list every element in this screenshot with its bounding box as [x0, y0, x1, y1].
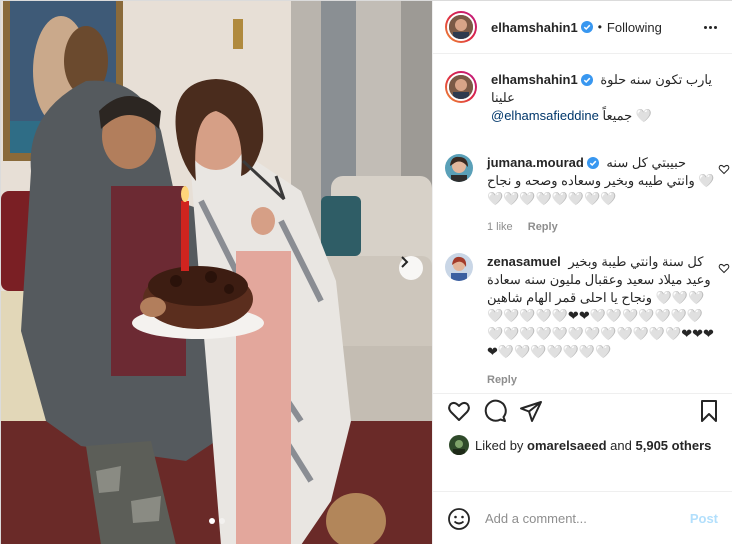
- caption-avatar-image: [449, 75, 473, 99]
- chevron-right-icon: [401, 256, 409, 268]
- author-avatar[interactable]: [445, 11, 477, 43]
- photo-scene: [1, 1, 432, 544]
- heart-icon[interactable]: [447, 399, 471, 423]
- commenter-avatar-image: [445, 253, 473, 281]
- author-username[interactable]: elhamshahin1: [491, 20, 578, 35]
- author-avatar-image: [449, 15, 473, 39]
- post-photo[interactable]: [1, 1, 432, 544]
- comment-like-heart-icon[interactable]: [718, 262, 730, 274]
- comment-username[interactable]: jumana.mourad: [487, 155, 584, 170]
- likes-others-count[interactable]: 5,905 others: [636, 438, 712, 453]
- post-side-panel: elhamshahin1 • Following elhamshahin1 يا…: [432, 1, 732, 544]
- more-options-icon[interactable]: [700, 17, 720, 37]
- comment-item: jumana.mourad حبيبتي كل سنه وانتي طيبه و…: [445, 154, 730, 236]
- commenter-avatar[interactable]: [445, 253, 473, 281]
- caption-mention[interactable]: @elhamsafieddine: [491, 108, 599, 123]
- add-comment-bar: Post: [433, 491, 732, 544]
- likes-prefix: Liked by: [475, 437, 524, 453]
- carousel-dot-active: [208, 518, 215, 524]
- carousel-dot: [218, 518, 225, 524]
- post-dialog: elhamshahin1 • Following elhamshahin1 يا…: [0, 0, 732, 544]
- likes-and: and: [610, 437, 632, 453]
- comment-meta: Reply: [487, 371, 717, 389]
- caption-username[interactable]: elhamshahin1: [491, 72, 578, 87]
- caption-author-avatar[interactable]: [445, 71, 477, 103]
- comment-reply-button[interactable]: Reply: [528, 221, 558, 233]
- likes-summary: Liked by omarelsaeed and 5,905 others: [449, 435, 711, 455]
- add-comment-input[interactable]: [485, 511, 690, 526]
- comment-text: كل سنة وانتي طيبة وبخير وعيد ميلاد سعيد …: [487, 254, 714, 359]
- header-separator: •: [597, 20, 602, 34]
- share-icon[interactable]: [519, 399, 543, 423]
- carousel-next-button[interactable]: [399, 256, 423, 280]
- liker-username[interactable]: omarelsaeed: [527, 438, 607, 453]
- caption-text-end: جميعاً 🤍: [602, 108, 653, 123]
- comment-likes-count[interactable]: 1 like: [487, 221, 513, 233]
- comment-reply-button[interactable]: Reply: [487, 374, 517, 386]
- comment-item: zenasamuel كل سنة وانتي طيبة وبخير وعيد …: [445, 253, 730, 389]
- post-action-bar: [433, 393, 732, 433]
- post-comment-button[interactable]: Post: [690, 511, 718, 526]
- following-button[interactable]: Following: [607, 20, 662, 35]
- liker-avatar[interactable]: [449, 435, 469, 455]
- comments-list[interactable]: elhamshahin1 يارب تكون سنه حلوة علينا @e…: [433, 55, 732, 393]
- post-header: elhamshahin1 • Following: [433, 1, 732, 54]
- verified-badge-icon: [580, 74, 593, 86]
- post-caption: elhamshahin1 يارب تكون سنه حلوة علينا @e…: [445, 71, 725, 125]
- comment-icon[interactable]: [483, 399, 507, 423]
- liker-avatar-image: [449, 435, 469, 455]
- verified-badge-icon: [580, 21, 593, 33]
- bookmark-icon[interactable]: [697, 399, 721, 423]
- commenter-avatar[interactable]: [445, 154, 473, 182]
- emoji-icon[interactable]: [447, 507, 471, 531]
- verified-badge-icon: [586, 157, 599, 169]
- comment-like-heart-icon[interactable]: [718, 163, 730, 175]
- commenter-avatar-image: [445, 154, 473, 182]
- carousel-indicator: [1, 518, 432, 524]
- comment-username[interactable]: zenasamuel: [487, 254, 561, 269]
- comment-meta: 1 like Reply: [487, 218, 717, 236]
